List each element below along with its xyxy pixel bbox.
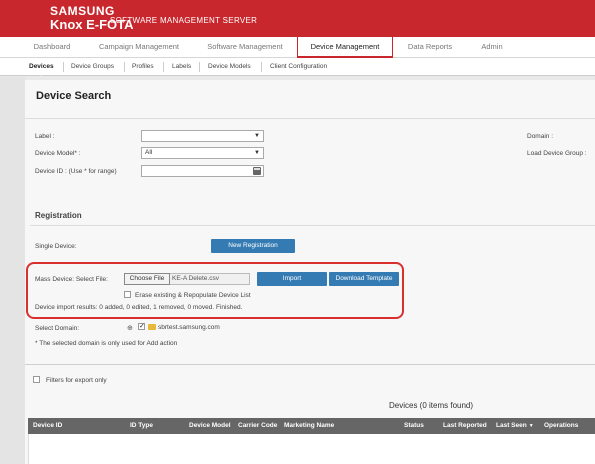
device-model-label: Device Model* : xyxy=(35,150,81,157)
subnav-divider xyxy=(124,62,125,72)
col-device-id[interactable]: Device ID xyxy=(33,418,62,434)
section-divider xyxy=(25,364,595,365)
mass-device-label: Mass Device: Select File: xyxy=(35,276,108,283)
single-device-label: Single Device: xyxy=(35,243,77,250)
tab-campaign-management[interactable]: Campaign Management xyxy=(88,37,190,58)
col-device-model[interactable]: Device Model xyxy=(189,418,231,434)
import-button[interactable]: Import xyxy=(257,272,327,286)
col-last-reported[interactable]: Last Reported xyxy=(443,418,487,434)
title-divider xyxy=(25,118,595,119)
tab-admin[interactable]: Admin xyxy=(470,37,514,58)
subtab-profiles[interactable]: Profiles xyxy=(132,58,154,75)
col-carrier-code[interactable]: Carrier Code xyxy=(238,418,277,434)
col-id-type[interactable]: ID Type xyxy=(130,418,153,434)
tab-data-reports[interactable]: Data Reports xyxy=(400,37,460,58)
filters-export-checkbox[interactable] xyxy=(33,376,40,383)
header-bar: SAMSUNG Knox E-FOTA SOFTWARE MANAGEMENT … xyxy=(0,0,595,37)
registration-title: Registration xyxy=(35,211,82,220)
col-marketing-name[interactable]: Marketing Name xyxy=(284,418,334,434)
device-model-select[interactable]: All ▼ xyxy=(141,147,264,159)
label-field-label: Label : xyxy=(35,133,55,140)
dropdown-arrow-icon: ▼ xyxy=(254,133,260,139)
subnav-divider xyxy=(63,62,64,72)
main-nav: Dashboard Campaign Management Software M… xyxy=(0,37,595,58)
col-last-seen[interactable]: Last Seen ▼ xyxy=(496,418,534,434)
page-title: Device Search xyxy=(36,90,112,102)
devices-table-body xyxy=(28,434,595,464)
load-device-group-label: Load Device Group : xyxy=(527,150,587,157)
erase-checkbox[interactable] xyxy=(124,291,131,298)
col-operations: Operations xyxy=(544,422,579,429)
import-results-text: Device import results: 0 added, 0 edited… xyxy=(35,304,243,311)
download-template-button[interactable]: Download Template xyxy=(329,272,399,286)
select-domain-label: Select Domain: xyxy=(35,325,80,332)
device-model-value: All xyxy=(145,149,153,156)
tree-expand-icon[interactable]: ⊕ xyxy=(127,324,133,332)
sub-nav: Devices Device Groups Profiles Labels De… xyxy=(0,58,595,79)
subtab-client-configuration[interactable]: Client Configuration xyxy=(270,58,327,75)
device-id-input[interactable] xyxy=(141,165,264,177)
subnav-divider xyxy=(261,62,262,72)
devices-count: Devices (0 items found) xyxy=(389,401,474,410)
tab-device-management[interactable]: Device Management xyxy=(297,37,393,58)
domain-checkbox[interactable] xyxy=(138,322,145,330)
selected-file-name: KE-A Delete.csv xyxy=(170,273,250,285)
choose-file-button[interactable]: Choose File xyxy=(124,273,170,285)
domain-label: Domain : xyxy=(527,133,554,140)
range-picker-icon[interactable] xyxy=(253,167,261,175)
samsung-logo: SAMSUNG xyxy=(50,4,115,18)
left-gutter xyxy=(0,77,25,464)
product-subtitle: SOFTWARE MANAGEMENT SERVER xyxy=(110,16,258,25)
new-registration-button[interactable]: New Registration xyxy=(211,239,295,253)
subtab-device-models[interactable]: Device Models xyxy=(208,58,251,75)
folder-icon xyxy=(148,324,156,330)
devices-table-header: Device ID ID Type Device Model Carrier C… xyxy=(28,418,595,434)
col-last-seen-label: Last Seen xyxy=(496,422,527,429)
subnav-divider xyxy=(163,62,164,72)
subnav-divider xyxy=(199,62,200,72)
erase-label: Erase existing & Repopulate Device List xyxy=(135,292,251,299)
domain-name[interactable]: sbrtest.samsung.com xyxy=(158,324,220,331)
filters-export-label: Filters for export only xyxy=(46,377,107,384)
subtab-devices[interactable]: Devices xyxy=(29,58,54,75)
col-status[interactable]: Status xyxy=(404,418,424,434)
subtab-device-groups[interactable]: Device Groups xyxy=(71,58,114,75)
label-select[interactable]: ▼ xyxy=(141,130,264,142)
tab-software-management[interactable]: Software Management xyxy=(196,37,294,58)
registration-divider xyxy=(30,225,595,226)
sort-desc-icon: ▼ xyxy=(528,423,534,429)
active-subtab-caret xyxy=(37,75,45,79)
device-id-label: Device ID : (Use * for range) xyxy=(35,168,117,175)
dropdown-arrow-icon: ▼ xyxy=(254,150,260,156)
tab-dashboard[interactable]: Dashboard xyxy=(22,37,82,58)
domain-note: * The selected domain is only used for A… xyxy=(35,340,178,347)
subtab-labels[interactable]: Labels xyxy=(172,58,191,75)
